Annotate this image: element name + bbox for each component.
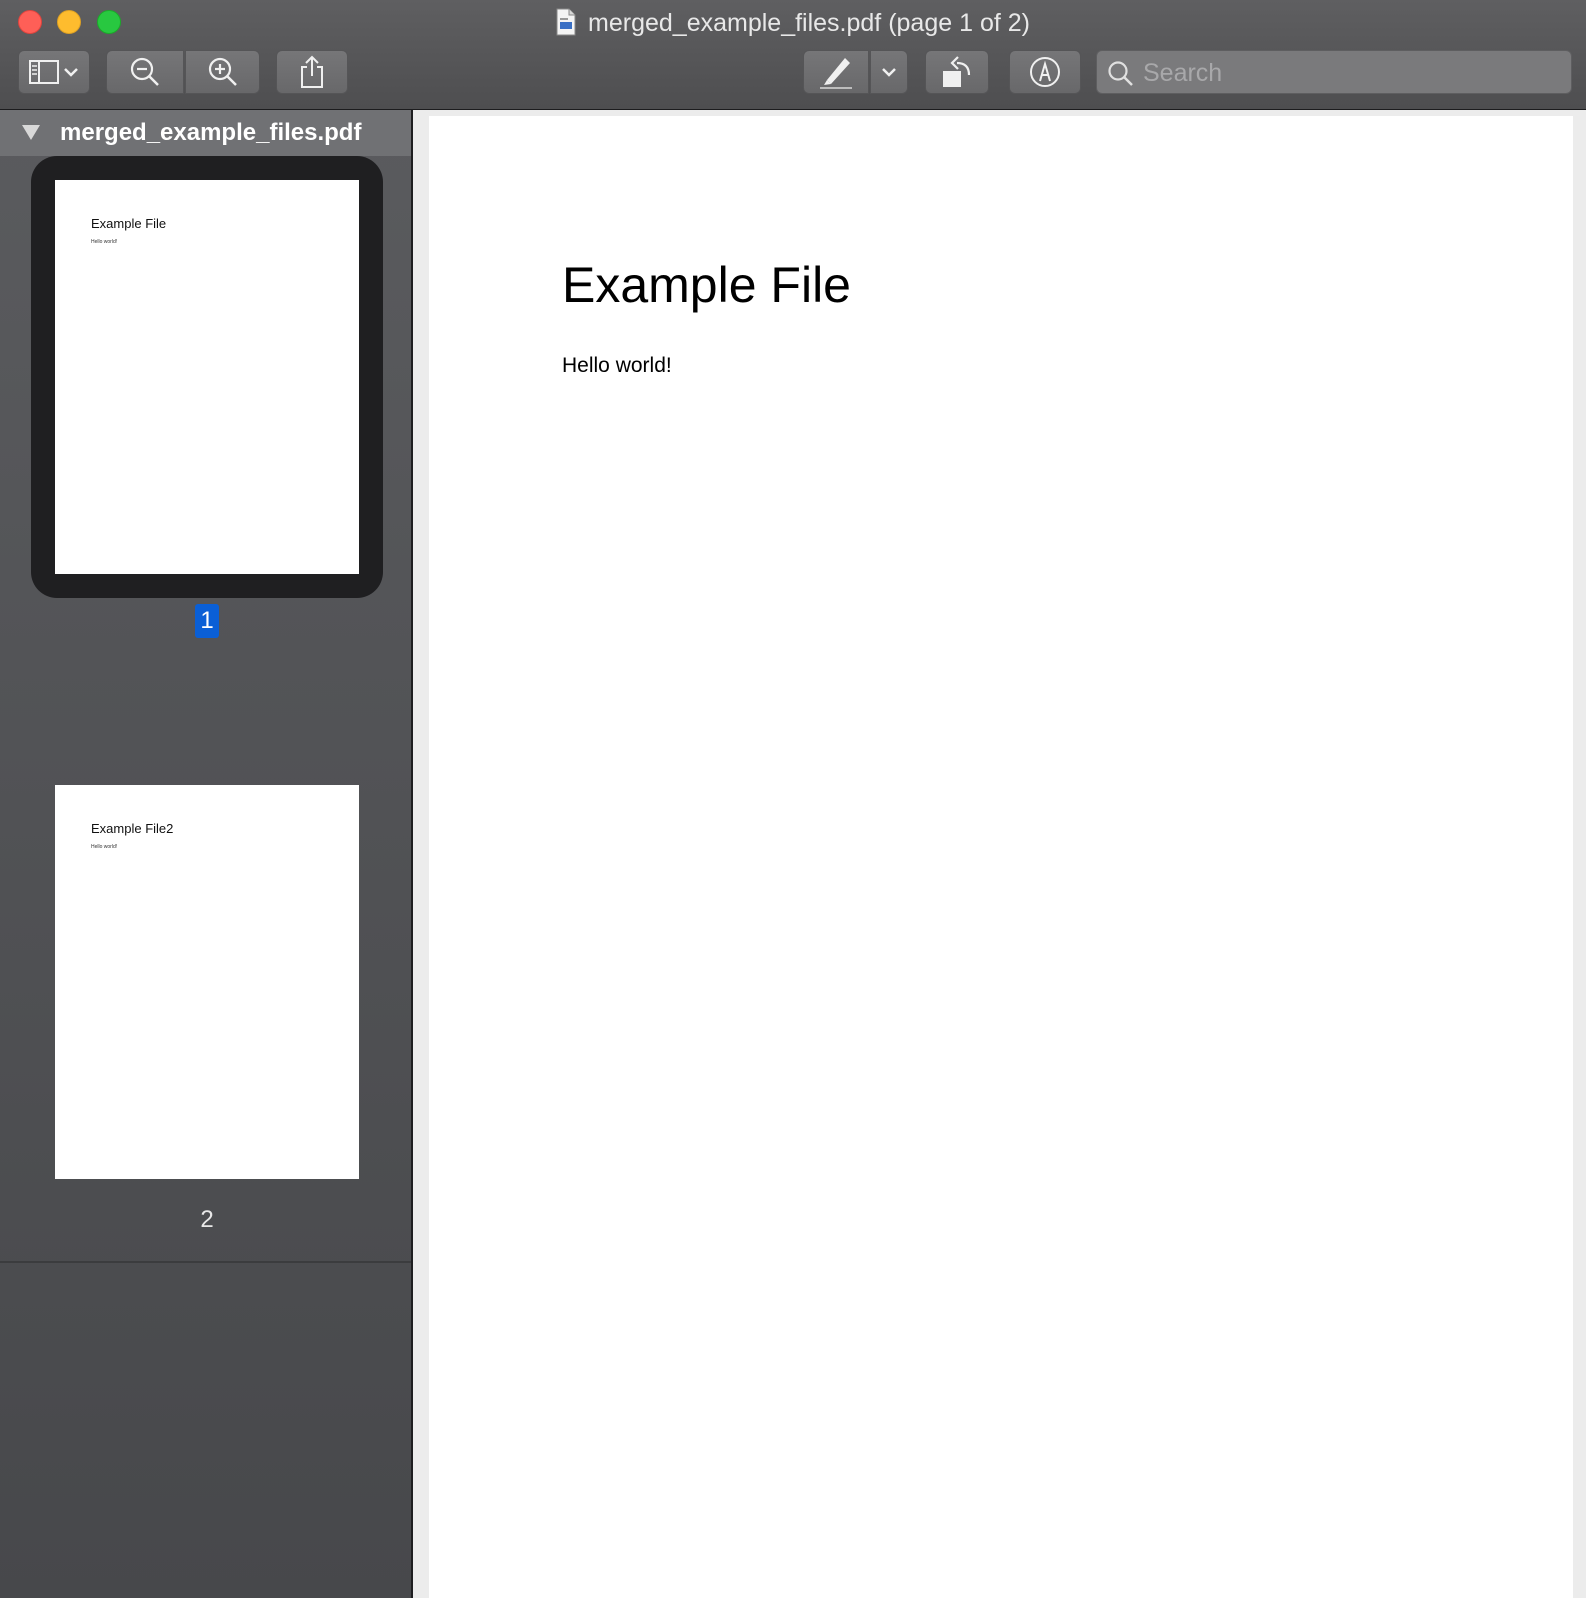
pdf-page[interactable]: Example File Hello world! (429, 116, 1573, 1598)
rotate-left-icon (943, 56, 971, 87)
highlight-options-button[interactable] (870, 50, 908, 94)
thumbnail-title: Example File (91, 216, 167, 231)
chevron-down-icon (64, 68, 78, 77)
title-bar: merged_example_files.pdf (page 1 of 2) (0, 0, 1586, 110)
document-view[interactable]: Example File Hello world! (413, 110, 1586, 1598)
window-title-area: merged_example_files.pdf (page 1 of 2) (0, 6, 1586, 40)
page-number-2: 2 (200, 1206, 214, 1233)
sidebar-icon (29, 60, 59, 84)
sidebar-toggle-button[interactable] (18, 50, 90, 94)
sidebar-document-name: merged_example_files.pdf (60, 119, 362, 146)
markup-pen-icon (1030, 57, 1060, 87)
page-thumbnail-1[interactable]: Example File Hello world! (55, 180, 359, 574)
zoom-in-icon (208, 57, 237, 86)
page-thumbnail-2[interactable]: Example File2 Hello world! (55, 785, 359, 1179)
search-icon (1108, 61, 1133, 86)
preview-window: merged_example_files.pdf (page 1 of 2) S… (0, 0, 1586, 1598)
document-body-text: Hello world! (562, 354, 672, 377)
pdf-document-icon (556, 8, 576, 36)
thumbnail-sidebar: merged_example_files.pdf Example File He… (0, 110, 413, 1598)
share-button[interactable] (276, 50, 348, 94)
sidebar-document-header[interactable]: merged_example_files.pdf (0, 110, 411, 156)
zoom-out-button[interactable] (106, 50, 184, 94)
zoom-in-button[interactable] (185, 50, 260, 94)
share-icon (301, 55, 323, 88)
document-title: Example File (562, 257, 851, 313)
disclosure-triangle-icon[interactable] (22, 125, 40, 140)
zoom-out-icon (130, 57, 159, 86)
markup-button[interactable] (1009, 50, 1081, 94)
sidebar-divider (0, 1261, 411, 1263)
highlight-button[interactable] (803, 50, 869, 94)
highlighter-icon (820, 58, 852, 89)
rotate-button[interactable] (925, 50, 989, 94)
thumbnail-title: Example File2 (91, 821, 174, 836)
chevron-down-icon (882, 68, 896, 77)
search-input[interactable] (1143, 57, 1563, 89)
search-field[interactable] (1096, 50, 1572, 94)
page-number-1: 1 (195, 604, 219, 638)
window-title: merged_example_files.pdf (page 1 of 2) (588, 9, 1030, 37)
thumbnail-body: Hello world! (91, 844, 118, 850)
thumbnail-body: Hello world! (91, 239, 118, 245)
